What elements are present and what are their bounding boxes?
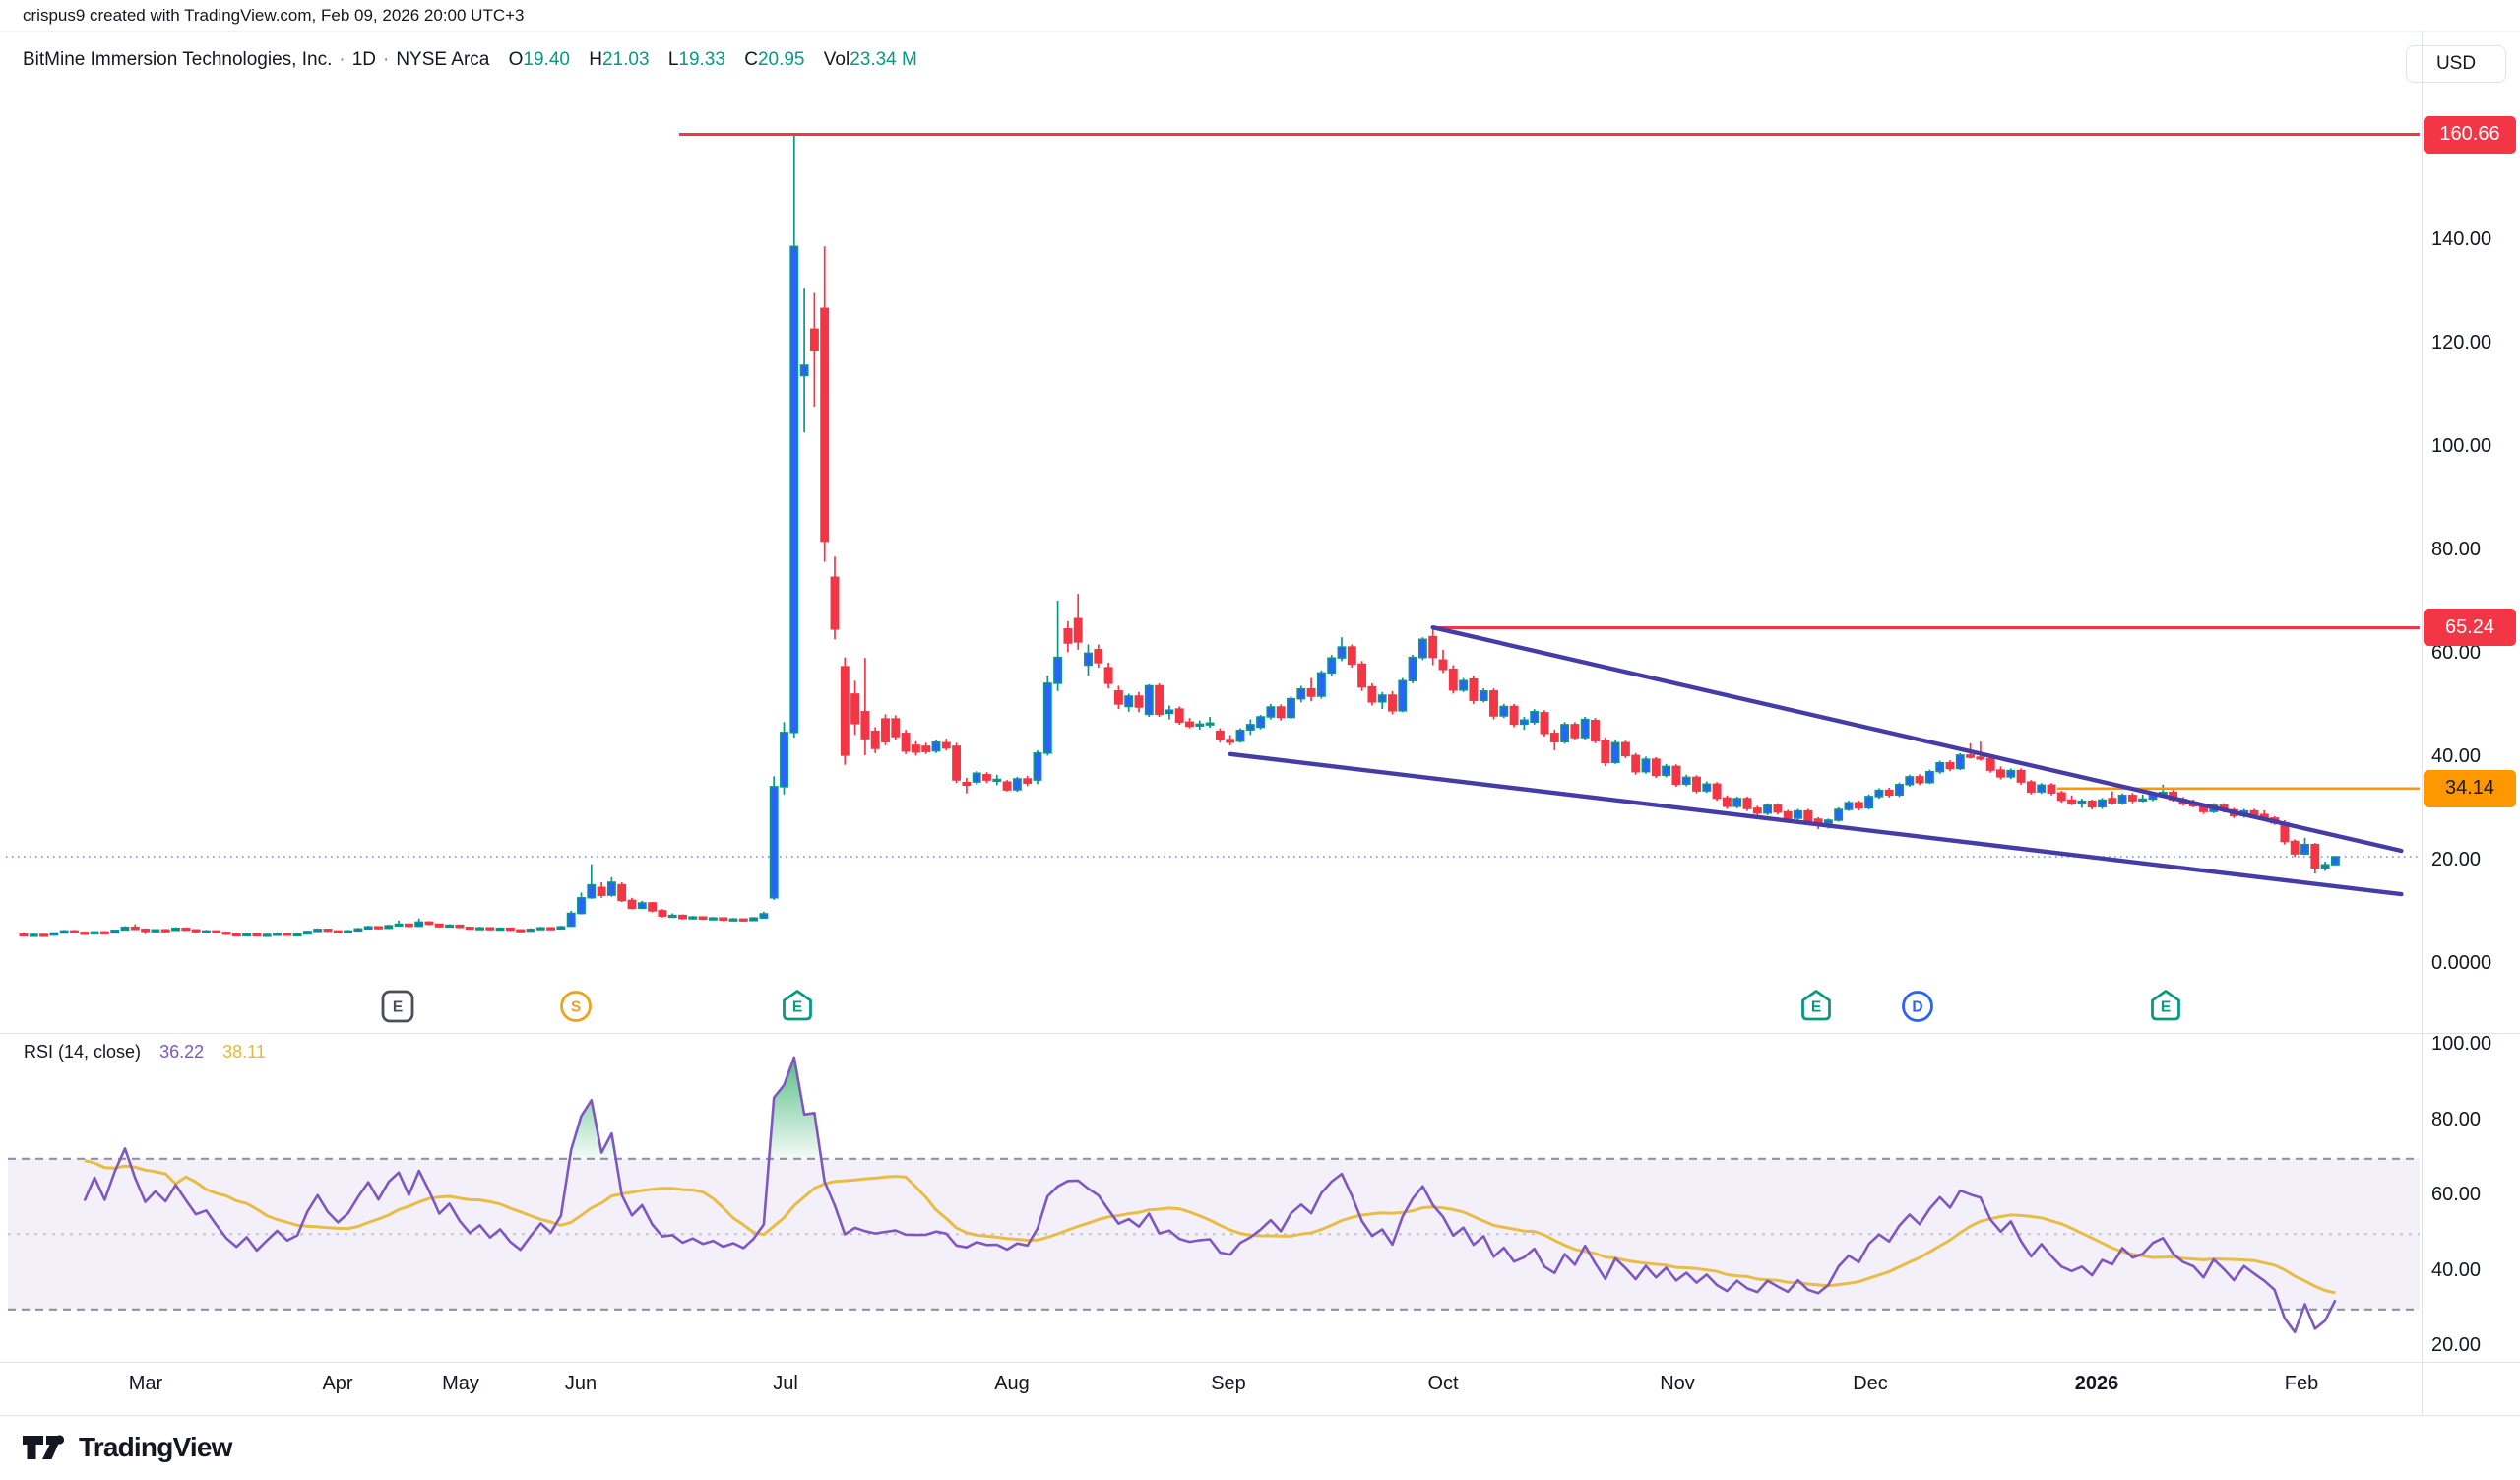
- price-level-badge: 65.24: [2424, 609, 2516, 646]
- price-level-badge: 34.14: [2424, 770, 2516, 807]
- timeframe[interactable]: 1D: [352, 49, 376, 70]
- price-tick: 20.00: [2431, 849, 2481, 871]
- svg-text:E: E: [1811, 999, 1821, 1016]
- time-axis-label: Sep: [1211, 1373, 1246, 1395]
- close-value: 20.95: [758, 49, 805, 70]
- rsi-tick: 40.00: [2431, 1259, 2481, 1282]
- rsi-pane: [8, 1058, 2420, 1332]
- open-value: 19.40: [523, 49, 570, 70]
- trendline-lower[interactable]: [1230, 754, 2402, 894]
- symbol-name[interactable]: BitMine Immersion Technologies, Inc.: [23, 49, 332, 70]
- creator-line: crispus9 created with TradingView.com, F…: [23, 6, 525, 26]
- time-axis-label: 2026: [2075, 1373, 2119, 1395]
- price-tick: 0.0000: [2431, 952, 2491, 975]
- dividend-icon[interactable]: D: [1899, 988, 1936, 1025]
- time-axis-divider: [0, 1362, 2520, 1363]
- rsi-title[interactable]: RSI (14, close): [24, 1042, 141, 1062]
- chart-canvas[interactable]: [0, 0, 2520, 1480]
- open-label: O: [509, 49, 524, 70]
- time-axis-label: Feb: [2285, 1373, 2318, 1395]
- price-axis-divider: [2422, 31, 2423, 1415]
- time-axis-label: Jun: [565, 1373, 597, 1395]
- candlestick-series: [20, 135, 2339, 937]
- footer-divider: [0, 1415, 2520, 1416]
- svg-text:D: D: [1912, 999, 1922, 1016]
- price-tick: 120.00: [2431, 332, 2491, 354]
- currency-label: USD: [2436, 53, 2476, 75]
- price-tick: 100.00: [2431, 435, 2491, 458]
- rsi-tick: 80.00: [2431, 1109, 2481, 1131]
- rsi-tick: 60.00: [2431, 1184, 2481, 1206]
- time-axis-label: Aug: [994, 1373, 1030, 1395]
- tradingview-logo-text: TradingView: [79, 1432, 232, 1463]
- symbol-header[interactable]: BitMine Immersion Technologies, Inc.·1D·…: [23, 49, 917, 71]
- rsi-ma-value: 38.11: [222, 1042, 266, 1062]
- volume-value: 23.34 M: [850, 49, 917, 70]
- tradingview-logo-mark: [22, 1430, 67, 1465]
- rsi-tick: 100.00: [2431, 1033, 2491, 1056]
- rsi-value: 36.22: [159, 1042, 204, 1062]
- trendline-upper[interactable]: [1433, 627, 2402, 851]
- tradingview-logo[interactable]: TradingView: [22, 1430, 232, 1465]
- time-axis-label: Mar: [129, 1373, 162, 1395]
- low-label: L: [668, 49, 679, 70]
- rsi-overbought-fill: [769, 1058, 821, 1159]
- svg-text:E: E: [2161, 999, 2171, 1016]
- close-label: C: [744, 49, 758, 70]
- price-tick: 80.00: [2431, 539, 2481, 561]
- earnings-icon[interactable]: E: [779, 988, 816, 1025]
- price-tick: 140.00: [2431, 228, 2491, 251]
- rsi-tick: 20.00: [2431, 1334, 2481, 1357]
- header-divider: [0, 31, 2520, 32]
- svg-text:E: E: [792, 999, 802, 1016]
- time-axis-label: Apr: [322, 1373, 352, 1395]
- time-axis-label: Oct: [1427, 1373, 1458, 1395]
- volume-label: Vol: [824, 49, 850, 70]
- pane-divider: [0, 1033, 2520, 1034]
- time-axis-label: Jul: [773, 1373, 798, 1395]
- earnings-icon[interactable]: E: [2147, 988, 2184, 1025]
- svg-text:E: E: [393, 999, 403, 1016]
- tradingview-chart: crispus9 created with TradingView.com, F…: [0, 0, 2520, 1480]
- price-tick: 40.00: [2431, 745, 2481, 768]
- low-value: 19.33: [678, 49, 725, 70]
- earnings-icon[interactable]: E: [379, 988, 416, 1025]
- time-axis-label: Nov: [1660, 1373, 1695, 1395]
- svg-text:S: S: [571, 999, 581, 1016]
- time-axis-label: Dec: [1853, 1373, 1888, 1395]
- rsi-indicator-label[interactable]: RSI (14, close) 36.22 38.11: [24, 1042, 266, 1062]
- price-level-badge: 160.66: [2424, 116, 2516, 154]
- split-icon[interactable]: S: [557, 988, 595, 1025]
- exchange[interactable]: NYSE Arca: [396, 49, 489, 70]
- high-label: H: [589, 49, 602, 70]
- earnings-icon[interactable]: E: [1797, 988, 1835, 1025]
- time-axis-label: May: [442, 1373, 479, 1395]
- high-value: 21.03: [602, 49, 650, 70]
